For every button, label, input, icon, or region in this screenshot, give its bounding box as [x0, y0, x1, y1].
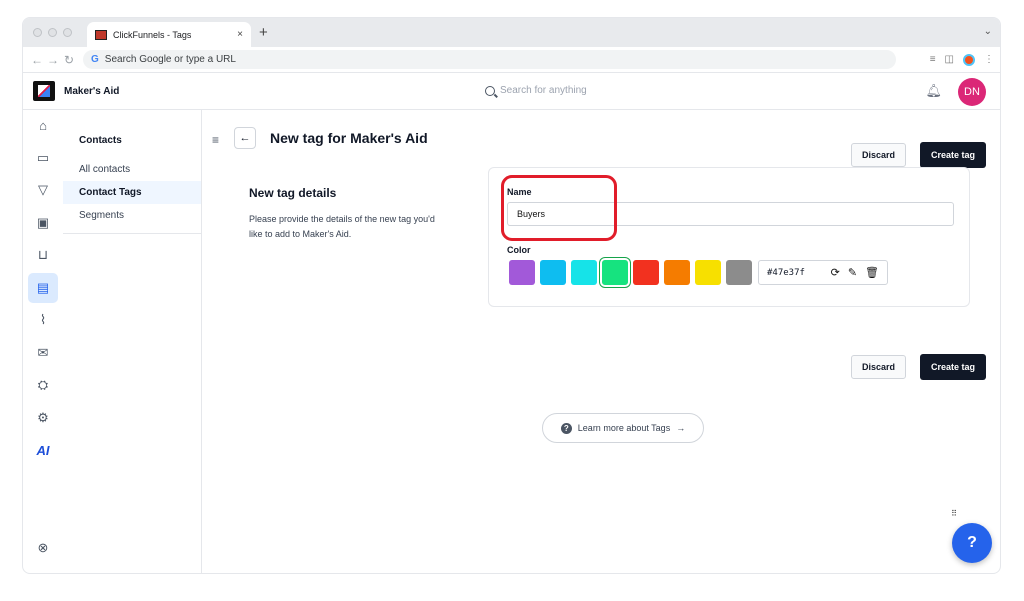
subnav-item-all-contacts[interactable]: All contacts: [63, 158, 201, 181]
color-label: Color: [507, 245, 531, 255]
arrow-right-icon: →: [676, 423, 686, 433]
subnav-item-contact-tags[interactable]: Contact Tags: [63, 181, 201, 204]
avatar[interactable]: DN: [958, 78, 986, 106]
swatch-yellow[interactable]: [695, 260, 721, 285]
close-window-button[interactable]: [33, 28, 42, 37]
clickfunnels-logo-icon[interactable]: [33, 81, 55, 101]
contacts-subnav: Contacts All contacts Contact Tags Segme…: [63, 110, 202, 573]
workspace-name[interactable]: Maker's Aid: [64, 86, 119, 97]
address-bar: ← → ↻ G Search Google or type a URL ≡ ◫ …: [23, 47, 1000, 73]
forward-arrow-icon[interactable]: →: [45, 53, 61, 67]
back-arrow-icon[interactable]: ←: [29, 53, 45, 67]
tab-title: ClickFunnels - Tags: [113, 29, 192, 40]
store-icon[interactable]: ▣: [28, 208, 58, 238]
minimize-window-button[interactable]: [48, 28, 57, 37]
swatch-orange[interactable]: [664, 260, 690, 285]
search-icon: [485, 85, 495, 96]
hex-value: #47e37f: [767, 267, 805, 278]
tab-close-icon[interactable]: ×: [237, 29, 243, 40]
contacts-card-icon[interactable]: ▤: [28, 272, 58, 303]
clickfunnels-favicon-icon: [95, 29, 107, 40]
swatch-sky-blue[interactable]: [540, 260, 566, 285]
reading-list-icon[interactable]: ≡: [930, 54, 936, 65]
profile-icon[interactable]: [963, 53, 975, 66]
courses-icon[interactable]: ⛭: [28, 370, 58, 400]
search-placeholder: Search for anything: [500, 85, 587, 96]
browser-tab[interactable]: ClickFunnels - Tags ×: [87, 22, 251, 47]
hex-color-input[interactable]: #47e37f ⟳ ✎ 🗑︎: [758, 260, 888, 285]
discard-button-top[interactable]: Discard: [851, 143, 907, 167]
color-swatches: [509, 258, 752, 287]
subnav-divider: [63, 233, 201, 234]
notification-bell-icon[interactable]: 🔔︎: [925, 83, 942, 99]
swatch-gray[interactable]: [726, 260, 752, 285]
pages-icon[interactable]: ▭: [28, 143, 58, 173]
browser-extensions: ≡ ◫ ⋮: [930, 53, 994, 66]
tab-menu-chevron-icon[interactable]: ⌄: [984, 26, 992, 37]
dots-grid-icon: ⠿: [951, 509, 957, 518]
support-lifebuoy-icon[interactable]: ⊗: [28, 533, 58, 563]
settings-gear-icon[interactable]: ⚙: [28, 403, 58, 433]
back-button[interactable]: ←: [234, 127, 256, 149]
omnibox-placeholder: Search Google or type a URL: [104, 54, 236, 65]
section-title: New tag details: [249, 186, 337, 200]
subnav-heading: Contacts: [79, 135, 122, 146]
google-icon: G: [91, 54, 99, 65]
omnibox[interactable]: G Search Google or type a URL: [83, 50, 896, 69]
funnel-icon[interactable]: ▽: [28, 175, 58, 205]
create-tag-button-bottom[interactable]: Create tag: [920, 354, 987, 380]
section-description: Please provide the details of the new ta…: [249, 214, 435, 239]
browser-tabbar: ClickFunnels - Tags × + ⌄: [23, 18, 1000, 47]
learn-more-label: Learn more about Tags: [577, 423, 671, 433]
icon-rail: ⌂ ▭ ▽ ▣ ⊔ ▤ ⌇ ✉ ⛭ ⚙ AI ⊗: [23, 110, 63, 573]
learn-more-tags-link[interactable]: ? Learn more about Tags →: [542, 413, 704, 443]
randomize-refresh-icon[interactable]: ⟳: [831, 266, 840, 279]
pencil-edit-icon[interactable]: ✎: [848, 266, 857, 279]
ai-icon[interactable]: AI: [28, 435, 58, 465]
window-controls: [33, 28, 72, 37]
help-chat-button[interactable]: ?: [952, 523, 992, 563]
global-search[interactable]: Search for anything: [485, 85, 587, 96]
chat-question-icon: ?: [967, 534, 977, 551]
swatch-cyan[interactable]: [571, 260, 597, 285]
email-icon[interactable]: ✉: [28, 338, 58, 368]
home-icon[interactable]: ⌂: [28, 110, 58, 140]
kebab-menu-icon[interactable]: ⋮: [984, 54, 994, 65]
page-title: New tag for Maker's Aid: [270, 130, 428, 146]
subnav-item-segments[interactable]: Segments: [63, 204, 201, 227]
trash-icon[interactable]: 🗑︎: [865, 266, 879, 279]
new-tab-button[interactable]: +: [259, 24, 268, 41]
maximize-window-button[interactable]: [63, 28, 72, 37]
tag-details-card: Name Buyers Color #47e37f ⟳ ✎ 🗑︎: [488, 167, 970, 307]
arrow-left-icon: ←: [239, 132, 251, 144]
main-content: ≡ ← New tag for Maker's Aid Discard Crea…: [202, 110, 1000, 573]
annotation-highlight-box: [501, 175, 617, 241]
swatch-purple[interactable]: [509, 260, 535, 285]
create-tag-button-top[interactable]: Create tag: [920, 142, 987, 168]
analytics-icon[interactable]: ⌇: [28, 305, 58, 335]
browser-window: ClickFunnels - Tags × + ⌄ ← → ↻ G Search…: [22, 17, 1001, 574]
discard-button-bottom[interactable]: Discard: [851, 355, 907, 379]
reload-icon[interactable]: ↻: [61, 53, 77, 67]
side-panel-icon[interactable]: ◫: [945, 54, 954, 65]
cart-icon[interactable]: ⊔: [28, 240, 58, 270]
app-header: Maker's Aid Search for anything 🔔︎ DN: [23, 73, 1000, 110]
hamburger-menu-icon[interactable]: ≡: [212, 133, 219, 147]
swatch-green[interactable]: [600, 258, 630, 287]
color-actions: ⟳ ✎ 🗑︎: [831, 266, 879, 279]
swatch-red[interactable]: [633, 260, 659, 285]
question-circle-icon: ?: [560, 422, 572, 434]
